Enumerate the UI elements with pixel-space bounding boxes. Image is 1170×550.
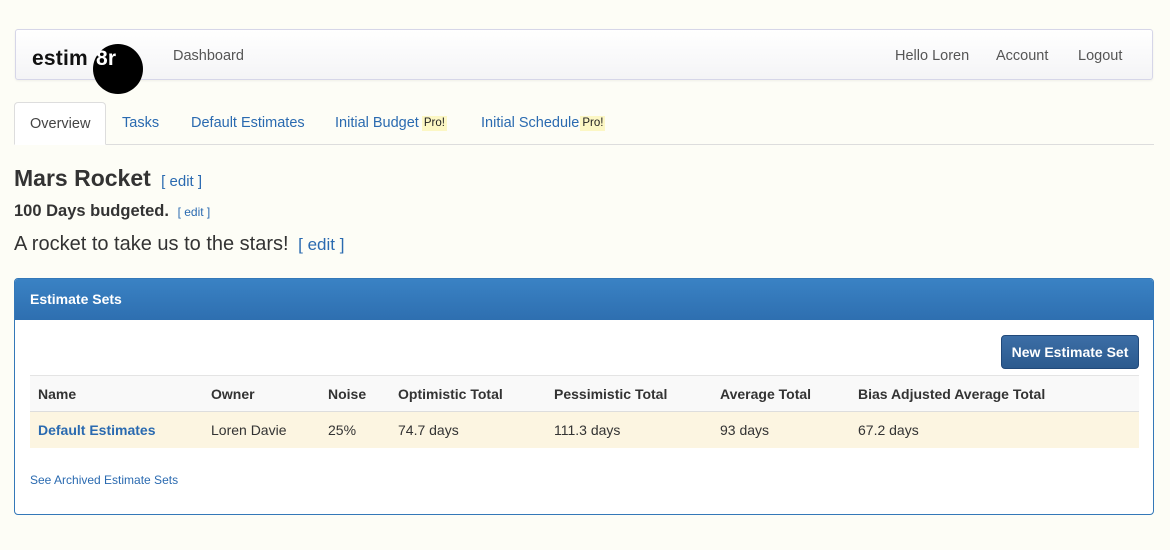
column-header: Owner — [211, 386, 255, 402]
tab-tasks-label: Tasks — [122, 115, 160, 131]
tab-default-estimates[interactable]: Default Estimates — [191, 102, 305, 144]
table-header-row: Name Owner Noise Optimistic Total Pessim… — [30, 375, 1139, 412]
edit-budget-link[interactable]: [ edit ] — [178, 205, 211, 219]
table-row: Default Estimates Loren Davie 25% 74.7 d… — [30, 412, 1139, 448]
estimate-sets-table: Name Owner Noise Optimistic Total Pessim… — [30, 375, 1139, 448]
estimate-sets-panel: Estimate Sets New Estimate Set Name Owne… — [14, 278, 1154, 515]
see-archived-link[interactable]: See Archived Estimate Sets — [30, 473, 178, 487]
tab-initial-budget-label: Initial Budget — [335, 115, 419, 131]
column-header: Name — [38, 386, 77, 402]
panel-heading: Estimate Sets — [15, 279, 1153, 320]
edit-title-link[interactable]: [ edit ] — [161, 173, 202, 190]
table-cell-bias-adjusted: 67.2 days — [858, 422, 919, 438]
estimate-set-name-link[interactable]: Default Estimates — [38, 412, 155, 448]
tab-overview[interactable]: Overview — [14, 102, 107, 145]
new-estimate-set-button[interactable]: New Estimate Set — [1001, 335, 1139, 369]
column-header: Optimistic Total — [398, 386, 503, 402]
project-budget-text: 100 Days budgeted. — [14, 202, 169, 220]
project-budget: 100 Days budgeted. [ edit ] — [14, 201, 210, 222]
table-cell-average: 93 days — [720, 422, 770, 438]
brand-logo-text[interactable]: estim — [32, 47, 88, 71]
tab-initial-schedule[interactable]: Initial Schedule Pro! — [481, 102, 606, 144]
edit-description-link[interactable]: [ edit ] — [298, 235, 344, 254]
project-title: Mars Rocket [ edit ] — [14, 164, 202, 196]
project-description-text: A rocket to take us to the stars! — [14, 233, 289, 255]
table-cell-pessimistic: 111.3 days — [554, 422, 621, 438]
project-description: A rocket to take us to the stars! [ edit… — [14, 232, 344, 257]
tab-default-estimates-label: Default Estimates — [191, 115, 305, 131]
table-cell-optimistic: 74.7 days — [398, 422, 459, 438]
nav-logout-link[interactable]: Logout — [1078, 47, 1122, 65]
pro-badge: Pro! — [421, 116, 447, 131]
greeting-text: Hello Loren — [895, 48, 970, 64]
column-header: Pessimistic Total — [554, 386, 668, 402]
column-header: Noise — [328, 386, 367, 402]
table-cell-owner: Loren Davie — [211, 422, 287, 438]
project-title-text: Mars Rocket — [14, 165, 151, 191]
table-cell-noise: 25% — [328, 422, 357, 438]
nav-account-link[interactable]: Account — [996, 47, 1048, 65]
project-tabs: Overview Tasks Default Estimates Initial… — [14, 102, 1154, 145]
tab-initial-schedule-label: Initial Schedule — [481, 115, 580, 131]
tab-overview-label: Overview — [30, 116, 91, 132]
pro-badge: Pro! — [580, 116, 606, 131]
column-header: Bias Adjusted Average Total — [858, 386, 1046, 402]
column-header: Average Total — [720, 386, 812, 402]
tab-initial-budget[interactable]: Initial Budget Pro! — [335, 102, 447, 144]
tab-tasks[interactable]: Tasks — [122, 102, 159, 144]
brand-logo-ball-text: 8r — [96, 47, 117, 70]
nav-dashboard-link[interactable]: Dashboard — [173, 47, 244, 65]
top-navbar: estim 8r Dashboard Hello Loren Account L… — [15, 29, 1153, 94]
